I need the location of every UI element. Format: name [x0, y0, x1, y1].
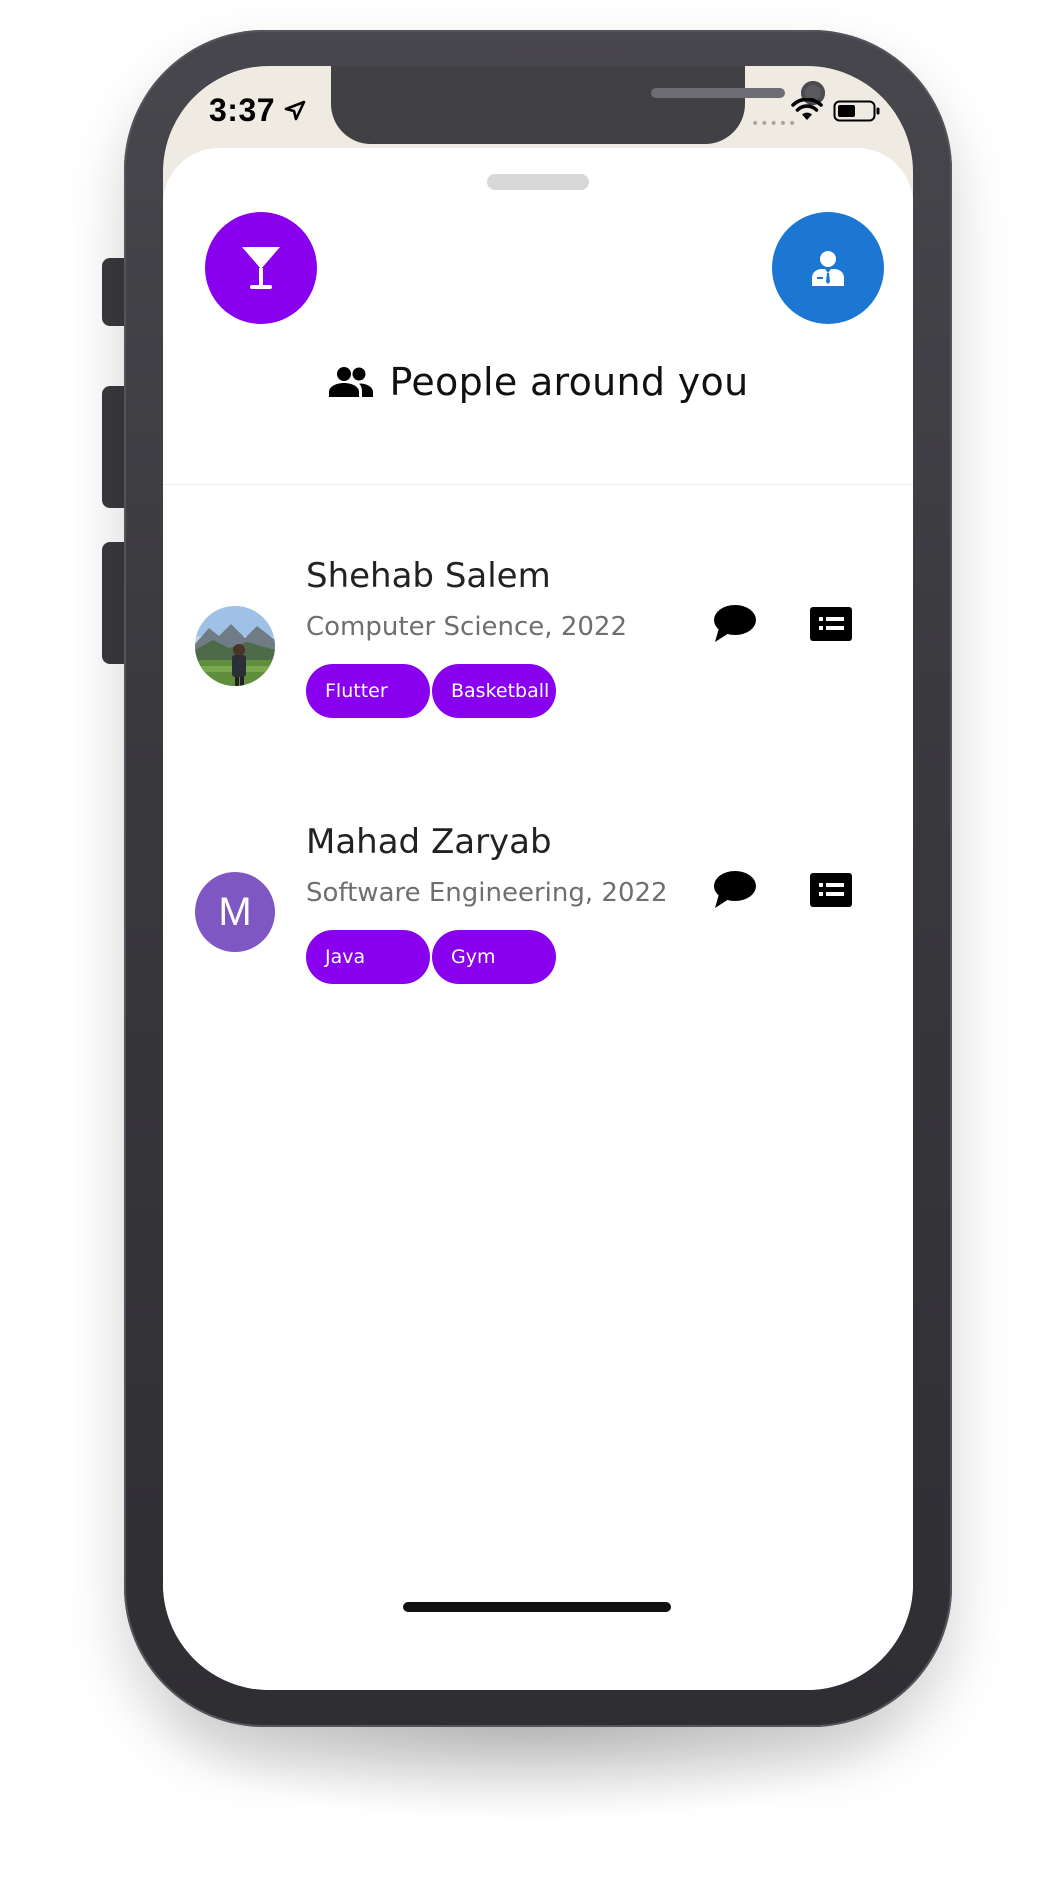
- interest-tags: Java Gym: [306, 930, 556, 984]
- person-subtitle: Software Engineering, 2022: [306, 878, 668, 908]
- interest-tag[interactable]: Java: [306, 930, 430, 984]
- view-profile-button[interactable]: [807, 866, 855, 914]
- person-list-item[interactable]: Shehab Salem Computer Science, 2022 Flut…: [163, 548, 913, 748]
- profile-button[interactable]: [772, 212, 884, 324]
- chat-button[interactable]: [711, 600, 759, 648]
- interest-tag[interactable]: Basketball: [432, 664, 556, 718]
- avatar: [195, 606, 275, 686]
- avatar: M: [195, 872, 275, 952]
- section-title: People around you: [389, 360, 749, 404]
- view-profile-button[interactable]: [807, 600, 855, 648]
- phone-screen: 3:37 ••••• People around you Shehab Sale…: [163, 66, 913, 1690]
- location-arrow-icon: [284, 100, 306, 121]
- person-subtitle: Computer Science, 2022: [306, 612, 628, 642]
- header-divider: [163, 484, 913, 485]
- chat-bubble-icon: [714, 871, 756, 908]
- status-time: 3:37: [209, 92, 276, 128]
- interest-tag[interactable]: Gym: [432, 930, 556, 984]
- interest-tag[interactable]: Flutter: [306, 664, 430, 718]
- person-name: Mahad Zaryab: [306, 822, 552, 862]
- sheet-drag-handle[interactable]: [487, 174, 589, 190]
- people-group-icon: [328, 367, 373, 397]
- person-in-suit-icon: [812, 251, 844, 286]
- notch: [331, 66, 825, 144]
- earpiece-speaker: [651, 88, 785, 98]
- wifi-icon: [791, 98, 823, 120]
- avatar-photo: [195, 606, 275, 686]
- cocktail-glass-icon: [242, 247, 280, 289]
- device-mockup: 3:37 ••••• People around you Shehab Sale…: [0, 0, 1053, 1903]
- interest-tags: Flutter Basketball: [306, 664, 556, 718]
- drinks-button[interactable]: [205, 212, 317, 324]
- section-header: People around you: [163, 360, 913, 404]
- person-name: Shehab Salem: [306, 556, 551, 596]
- profile-card-icon: [810, 873, 852, 907]
- chat-bubble-icon: [714, 605, 756, 642]
- battery-icon: [833, 100, 880, 122]
- person-list-item[interactable]: M Mahad Zaryab Software Engineering, 202…: [163, 814, 913, 1014]
- profile-card-icon: [810, 607, 852, 641]
- chat-button[interactable]: [711, 866, 759, 914]
- home-indicator[interactable]: [403, 1602, 671, 1612]
- bottom-sheet: People around you Shehab Salem Computer …: [163, 148, 913, 1690]
